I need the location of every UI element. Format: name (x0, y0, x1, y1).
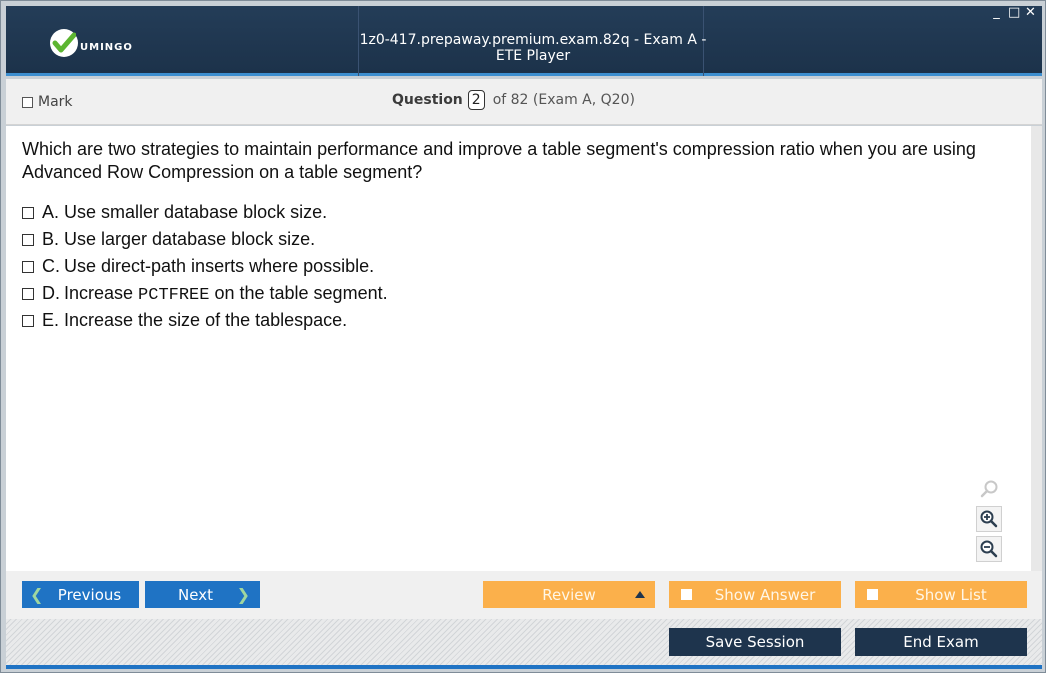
chevron-right-icon: ❯ (236, 585, 250, 604)
answer-options: A. Use smaller database block size. B. U… (22, 199, 388, 334)
save-session-button[interactable]: Save Session (669, 628, 841, 656)
save-session-label: Save Session (705, 633, 805, 651)
mark-label[interactable]: Mark (38, 94, 73, 110)
window-title: 1z0-417.prepaway.premium.exam.82q - Exam… (359, 32, 707, 64)
question-of-text: of 82 (Exam A, Q20) (492, 92, 635, 108)
question-content: Which are two strategies to maintain per… (6, 126, 1042, 571)
action-bar: Save Session End Exam (6, 619, 1042, 665)
option-letter: D. (42, 283, 60, 303)
option-checkbox[interactable] (22, 314, 34, 327)
option-text: Use smaller database block size. (64, 202, 328, 222)
option-checkbox[interactable] (22, 206, 34, 219)
show-list-button[interactable]: Show List (855, 581, 1027, 608)
question-number-input[interactable]: 2 (467, 90, 485, 110)
question-header: Mark Question 2 of 82 (Exam A, Q20) (6, 79, 1042, 125)
mark-checkbox[interactable]: Mark (22, 94, 73, 110)
zoom-in-icon[interactable] (976, 506, 1002, 532)
show-list-label: Show List (915, 585, 987, 604)
option-letter: A. (42, 202, 60, 222)
show-answer-button[interactable]: Show Answer (669, 581, 841, 608)
minimize-button[interactable]: _ (991, 6, 1002, 20)
review-label: Review (542, 585, 596, 604)
option-letter: E. (42, 310, 60, 330)
option-letter: B. (42, 229, 60, 249)
zoom-out-icon[interactable] (976, 536, 1002, 562)
option-e[interactable]: E. Increase the size of the tablespace. (22, 307, 388, 334)
option-b[interactable]: B. Use larger database block size. (22, 226, 388, 253)
previous-button[interactable]: ❮ Previous (22, 581, 139, 608)
window-controls: _ □ ✕ (991, 6, 1036, 20)
show-answer-checkbox[interactable] (681, 589, 692, 600)
maximize-button[interactable]: □ (1008, 6, 1020, 20)
end-exam-label: End Exam (903, 633, 979, 651)
mark-checkbox-box[interactable] (22, 96, 33, 108)
option-a[interactable]: A. Use smaller database block size. (22, 199, 388, 226)
question-counter: Question 2 of 82 (Exam A, Q20) (392, 90, 635, 110)
option-checkbox[interactable] (22, 260, 34, 273)
end-exam-button[interactable]: End Exam (855, 628, 1027, 656)
navigation-bar: ❮ Previous Next ❯ Review Show Answer Sho… (6, 571, 1042, 619)
question-text: Which are two strategies to maintain per… (22, 139, 976, 182)
option-text: Use direct-path inserts where possible. (64, 256, 375, 276)
vertical-scrollbar[interactable] (1031, 126, 1042, 571)
option-checkbox[interactable] (22, 287, 34, 300)
title-bar: UMINGO 1z0-417.prepaway.premium.exam.82q… (6, 6, 1042, 76)
vumingo-logo: UMINGO (50, 28, 133, 58)
zoom-tools (976, 476, 1002, 562)
option-code: PCTFREE (138, 285, 210, 305)
option-text-after: on the table segment. (209, 282, 388, 303)
logo-text: UMINGO (80, 41, 133, 53)
option-c[interactable]: C. Use direct-path inserts where possibl… (22, 253, 388, 280)
question-label: Question (392, 92, 463, 108)
option-d[interactable]: D. Increase PCTFREE on the table segment… (22, 280, 388, 307)
previous-label: Previous (57, 585, 122, 604)
magnifier-icon[interactable] (976, 476, 1002, 502)
chevron-left-icon: ❮ (30, 585, 44, 604)
option-checkbox[interactable] (22, 233, 34, 246)
option-text: Use larger database block size. (64, 229, 316, 249)
triangle-up-icon[interactable] (635, 591, 645, 598)
close-button[interactable]: ✕ (1025, 6, 1036, 20)
option-text: Increase the size of the tablespace. (64, 310, 348, 330)
ete-player-window: UMINGO 1z0-417.prepaway.premium.exam.82q… (0, 0, 1046, 673)
bottom-accent-line (6, 665, 1042, 669)
option-text-before: Increase (64, 282, 139, 303)
option-text: Increase PCTFREE on the table segment. (64, 283, 388, 305)
option-letter: C. (42, 256, 60, 276)
show-list-checkbox[interactable] (867, 589, 878, 600)
next-label: Next (178, 585, 213, 604)
review-button[interactable]: Review (483, 581, 655, 608)
show-answer-label: Show Answer (714, 585, 816, 604)
next-button[interactable]: Next ❯ (145, 581, 260, 608)
check-circle-icon (50, 29, 78, 57)
